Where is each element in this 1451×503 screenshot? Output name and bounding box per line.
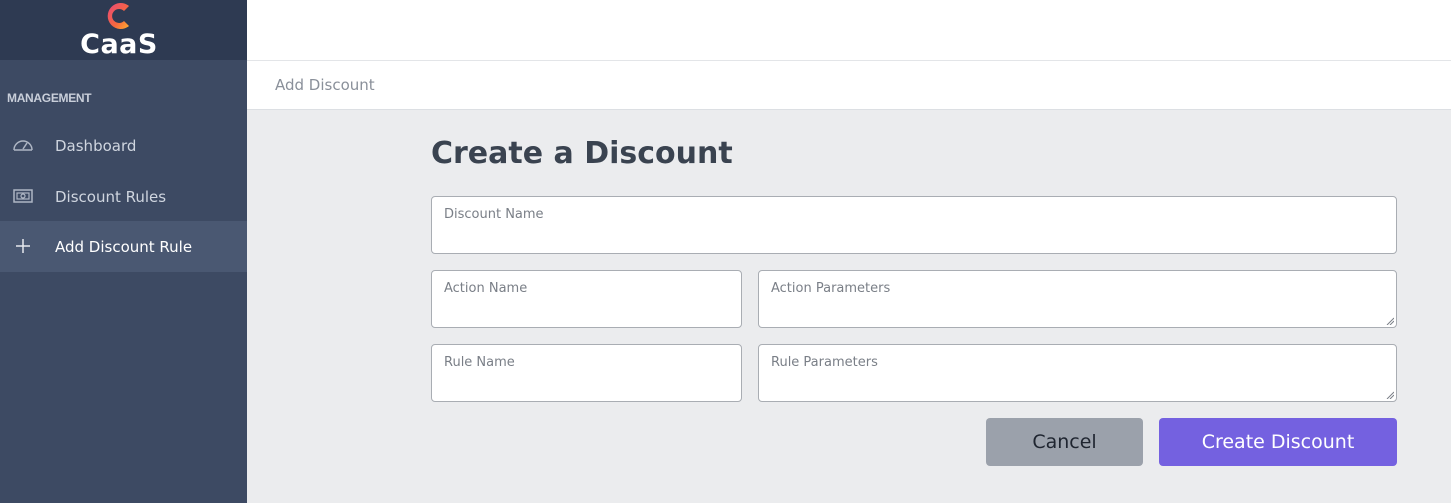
discount-name-input[interactable]: Discount Name (431, 196, 1397, 254)
action-parameters-textarea[interactable]: Action Parameters (758, 270, 1397, 328)
brand-name: CaaS (80, 29, 158, 60)
action-parameters-label: Action Parameters (771, 281, 891, 296)
resize-handle-icon[interactable] (1386, 317, 1394, 325)
gauge-icon (13, 140, 33, 151)
rule-parameters-label: Rule Parameters (771, 355, 878, 370)
create-discount-button[interactable]: Create Discount (1159, 418, 1397, 466)
top-bar (247, 0, 1451, 61)
sidebar-section-label: MANAGEMENT (7, 91, 92, 105)
sidebar-item-label: Discount Rules (55, 187, 167, 206)
brand-header: CaaS (0, 0, 247, 60)
rule-parameters-textarea[interactable]: Rule Parameters (758, 344, 1397, 402)
cancel-button[interactable]: Cancel (986, 418, 1143, 466)
breadcrumb: Add Discount (275, 76, 375, 94)
sidebar-item-discount-rules[interactable]: Discount Rules (0, 171, 247, 222)
sidebar-item-add-discount-rule[interactable]: Add Discount Rule (0, 221, 247, 272)
breadcrumb-bar: Add Discount (247, 61, 1451, 110)
money-bill-icon (13, 189, 33, 203)
action-name-label: Action Name (444, 281, 528, 296)
action-name-input[interactable]: Action Name (431, 270, 742, 328)
rule-name-input[interactable]: Rule Name (431, 344, 742, 402)
sidebar: CaaS MANAGEMENT Dashboard Discount Rules… (0, 0, 247, 503)
plus-icon (16, 239, 30, 253)
caas-logo-icon (107, 3, 129, 29)
page-title: Create a Discount (431, 136, 733, 171)
sidebar-item-label: Dashboard (55, 136, 137, 155)
sidebar-item-dashboard[interactable]: Dashboard (0, 120, 247, 171)
discount-name-label: Discount Name (444, 207, 544, 222)
rule-name-label: Rule Name (444, 355, 515, 370)
resize-handle-icon[interactable] (1386, 391, 1394, 399)
sidebar-item-label: Add Discount Rule (55, 237, 193, 256)
